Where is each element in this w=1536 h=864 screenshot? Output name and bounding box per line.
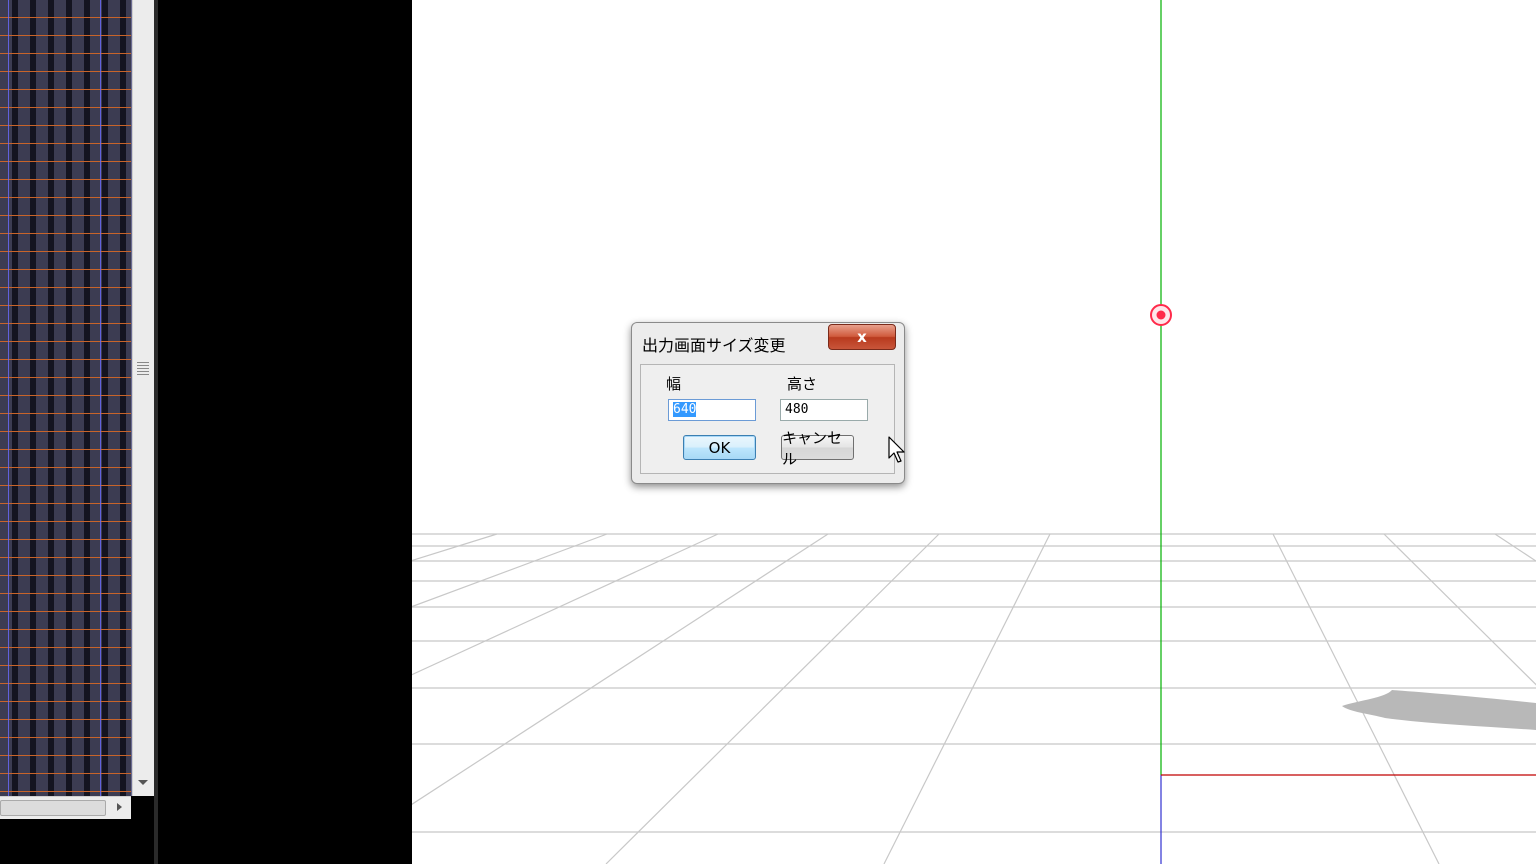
grid-line [412,533,608,608]
close-icon: x [857,328,867,346]
panel-divider[interactable] [154,0,158,864]
height-input[interactable]: 480 [780,399,868,421]
mouse-pointer-icon [888,436,905,463]
scroll-grip-icon[interactable] [137,362,149,376]
width-label: 幅 [666,375,682,393]
grid-line [412,533,498,562]
close-button[interactable]: x [828,324,896,350]
height-input-value: 480 [785,402,809,417]
floor-grid [412,533,1536,864]
target-icon[interactable] [1150,304,1172,326]
3d-viewport[interactable] [412,0,1536,864]
ok-button[interactable]: OK [683,435,756,460]
viewport-scene [412,0,1536,864]
horizontal-scroll-thumb[interactable] [0,800,106,816]
grid-line [605,533,940,864]
scroll-down-arrow-icon[interactable] [138,780,148,785]
grid-line [1494,533,1536,562]
height-label: 高さ [787,375,818,393]
cancel-button[interactable]: キャンセル [781,429,854,468]
timeline-keyframe-grid[interactable] [0,0,132,796]
timeline-frame-marker [100,0,101,796]
timeline-horizontal-scrollbar[interactable] [0,796,131,819]
grid-line [412,533,719,676]
timeline-frame-marker [8,0,9,796]
width-input[interactable]: 640 [668,399,756,421]
width-input-value: 640 [673,402,697,417]
model-shadow [1342,690,1536,730]
dialog-title: 出力画面サイズ変更 [642,336,786,355]
timeline-vertical-scrollbar[interactable] [132,0,155,796]
output-size-dialog: 出力画面サイズ変更 x 幅 高さ 640 480 OK キャンセル [631,322,905,484]
grid-line [883,533,1051,864]
scroll-right-arrow-icon[interactable] [117,803,122,811]
